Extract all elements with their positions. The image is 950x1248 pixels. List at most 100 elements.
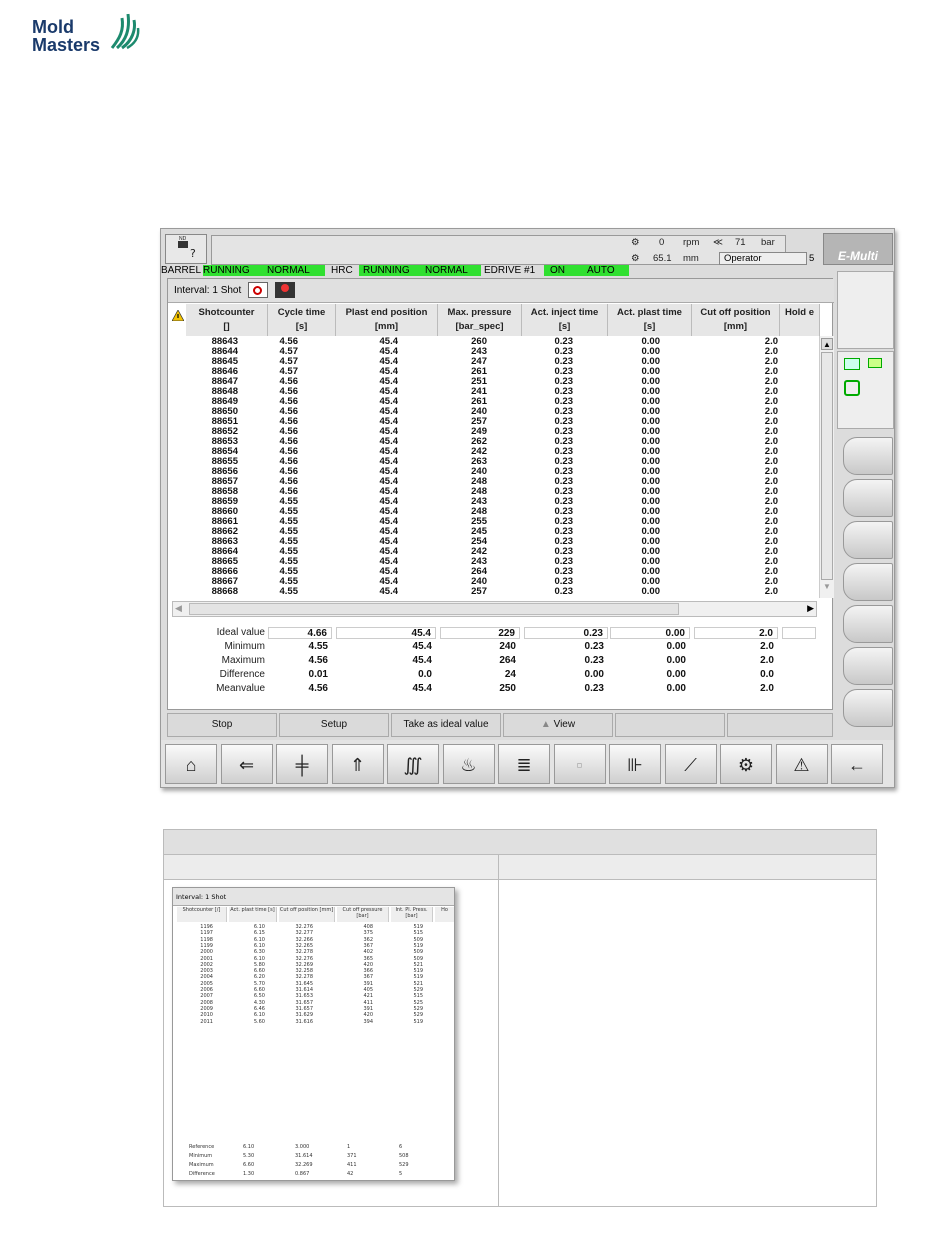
nav-button-hot-runner[interactable]: ♨ <box>442 744 495 784</box>
thumb-cell: 408 <box>363 924 373 930</box>
side-panel-1[interactable] <box>837 271 894 349</box>
column-header[interactable]: Plast end position [mm] <box>336 304 438 336</box>
table-row[interactable]: 88646 4.57 45.4 261 0.23 0.00 2.0 <box>168 367 818 377</box>
thumb-cell: 6.46 <box>253 1005 265 1012</box>
help-button[interactable]: ? ND <box>165 234 207 264</box>
column-header[interactable]: Hold e <box>780 304 820 336</box>
thumb-cell: 5.60 <box>253 1018 265 1025</box>
column-header[interactable]: Act. plast time [s] <box>608 304 692 336</box>
table-row[interactable]: 88661 4.55 45.4 255 0.23 0.00 2.0 <box>168 517 818 527</box>
side-button-3[interactable] <box>843 521 893 559</box>
nav-button-core[interactable]: ⊪ <box>609 744 661 784</box>
table-row[interactable]: 88644 4.57 45.4 243 0.23 0.00 2.0 <box>168 347 818 357</box>
scroll-thumb[interactable] <box>821 352 833 580</box>
horizontal-scroll-thumb[interactable] <box>189 603 679 615</box>
take-as-ideal-value-button[interactable]: Take as ideal value <box>391 713 501 737</box>
table-row[interactable]: 88666 4.55 45.4 264 0.23 0.00 2.0 <box>168 567 818 577</box>
ideal-value-field[interactable]: 45.4 <box>336 627 436 639</box>
vertical-scrollbar[interactable]: ▲ ▼ <box>819 336 834 598</box>
table-row[interactable]: 88659 4.55 45.4 243 0.23 0.00 2.0 <box>168 497 818 507</box>
nav-button-list[interactable]: ≣ <box>498 744 550 784</box>
column-header[interactable]: Act. inject time [s] <box>522 304 608 336</box>
horizontal-scrollbar[interactable]: ◀ ▶ <box>172 601 817 617</box>
table-row[interactable]: 88650 4.56 45.4 240 0.23 0.00 2.0 <box>168 407 818 417</box>
battery-icon[interactable] <box>868 358 882 368</box>
table-cell: 88668 <box>211 586 238 597</box>
table-row[interactable]: 88663 4.55 45.4 254 0.23 0.00 2.0 <box>168 537 818 547</box>
mold-masters-logo: Mold Masters <box>32 8 144 56</box>
column-header[interactable]: Cut off position [mm] <box>692 304 780 336</box>
table-row[interactable]: 88657 4.56 45.4 248 0.23 0.00 2.0 <box>168 477 818 487</box>
side-button-6[interactable] <box>843 647 893 685</box>
scroll-down-arrow[interactable]: ▼ <box>821 582 833 594</box>
setup-button[interactable]: Setup <box>279 713 389 737</box>
table-row[interactable]: 88645 4.57 45.4 247 0.23 0.00 2.0 <box>168 357 818 367</box>
scroll-right-arrow[interactable]: ▶ <box>807 603 814 614</box>
table-row[interactable]: 88668 4.55 45.4 257 0.23 0.00 2.0 <box>168 587 818 597</box>
table-row[interactable]: 88664 4.55 45.4 242 0.23 0.00 2.0 <box>168 547 818 557</box>
table-row[interactable]: 88643 4.56 45.4 260 0.23 0.00 2.0 <box>168 337 818 347</box>
ideal-value-field[interactable]: 229 <box>440 627 520 639</box>
table-row[interactable]: 88649 4.56 45.4 261 0.23 0.00 2.0 <box>168 397 818 407</box>
navigation-bar: ⌂ ⇐ ╪ ⇑ ∭ ♨ ≣ ▫ ⊪ ⟋ ⚙ ⚠ ← <box>161 740 894 787</box>
stop-button[interactable]: Stop <box>167 713 277 737</box>
column-header[interactable]: Shotcounter [] <box>186 304 268 336</box>
empty-button-1[interactable] <box>615 713 725 737</box>
side-button-7[interactable] <box>843 689 893 727</box>
nav-button-inject[interactable]: ⇐ <box>220 744 273 784</box>
scroll-left-arrow[interactable]: ◀ <box>175 603 182 614</box>
table-row[interactable]: 88665 4.55 45.4 243 0.23 0.00 2.0 <box>168 557 818 567</box>
table-row[interactable]: 88662 4.55 45.4 245 0.23 0.00 2.0 <box>168 527 818 537</box>
status-bar: BARREL RUNNING NORMAL HRC RUNNING NORMAL… <box>161 265 631 276</box>
table-row[interactable]: 88647 4.56 45.4 251 0.23 0.00 2.0 <box>168 377 818 387</box>
nav-button-disabled[interactable]: ▫ <box>553 744 606 784</box>
interval-value[interactable]: 1 Shot <box>212 285 241 296</box>
nav-button-clamp[interactable]: ╪ <box>276 744 328 784</box>
table-row[interactable]: 88656 4.56 45.4 240 0.23 0.00 2.0 <box>168 467 818 477</box>
table-row[interactable]: 88651 4.56 45.4 257 0.23 0.00 2.0 <box>168 417 818 427</box>
side-button-2[interactable] <box>843 479 893 517</box>
side-button-1[interactable] <box>843 437 893 475</box>
column-header[interactable]: Cycle time [s] <box>268 304 336 336</box>
nav-button-eject[interactable]: ⇑ <box>331 744 384 784</box>
table-row[interactable]: 88653 4.56 45.4 262 0.23 0.00 2.0 <box>168 437 818 447</box>
column-header[interactable]: Max. pressure [bar_spec] <box>438 304 522 336</box>
empty-button-2[interactable] <box>727 713 833 737</box>
summary-value: 2.0 <box>760 641 774 652</box>
figure-table: Interval: 1 Shot Shotcounter [/] Act. pla… <box>163 829 877 1207</box>
table-row[interactable]: 88658 4.56 45.4 248 0.23 0.00 2.0 <box>168 487 818 497</box>
ideal-value-field[interactable] <box>782 627 816 639</box>
thumb-cell: 2001 <box>200 955 213 962</box>
table-row[interactable]: 88652 4.56 45.4 249 0.23 0.00 2.0 <box>168 427 818 437</box>
view-button[interactable]: ▲ View <box>503 713 613 737</box>
thumb-cell: 4.30 <box>253 999 265 1006</box>
thumb-summary-value: 6.10 <box>243 1144 255 1150</box>
ideal-value-field[interactable]: 0.23 <box>524 627 608 639</box>
side-button-4[interactable] <box>843 563 893 601</box>
nav-button-temperature[interactable]: ∭ <box>387 744 439 784</box>
side-button-5[interactable] <box>843 605 893 643</box>
table-row[interactable]: 88655 4.56 45.4 263 0.23 0.00 2.0 <box>168 457 818 467</box>
table-row[interactable]: 88660 4.55 45.4 248 0.23 0.00 2.0 <box>168 507 818 517</box>
side-panel-2[interactable] <box>837 351 894 429</box>
nav-button-settings[interactable]: ⚙ <box>720 744 772 784</box>
ideal-value-field[interactable]: 2.0 <box>694 627 778 639</box>
user-box[interactable]: Operator <box>719 252 807 265</box>
cycle-icon[interactable] <box>844 380 860 396</box>
interval-settings-icon[interactable] <box>248 282 269 299</box>
table-header-row <box>164 830 876 855</box>
nav-button-home[interactable]: ⌂ <box>165 744 217 784</box>
nav-button-back[interactable]: ← <box>831 744 883 784</box>
nav-button-graph[interactable]: ⟋ <box>664 744 717 784</box>
summary-label: Maximum <box>221 655 265 666</box>
temperature-profile-icon[interactable] <box>844 358 860 370</box>
interval-reset-icon[interactable] <box>274 282 295 299</box>
thumb-cell: 2000 <box>200 949 213 956</box>
nav-button-alarm[interactable]: ⚠ <box>775 744 828 784</box>
table-row[interactable]: 88648 4.56 45.4 241 0.23 0.00 2.0 <box>168 387 818 397</box>
table-row[interactable]: 88654 4.56 45.4 242 0.23 0.00 2.0 <box>168 447 818 457</box>
scroll-up-arrow[interactable]: ▲ <box>821 338 833 350</box>
table-row[interactable]: 88667 4.55 45.4 240 0.23 0.00 2.0 <box>168 577 818 587</box>
ideal-value-field[interactable]: 4.66 <box>268 627 332 639</box>
ideal-value-field[interactable]: 0.00 <box>610 627 690 639</box>
